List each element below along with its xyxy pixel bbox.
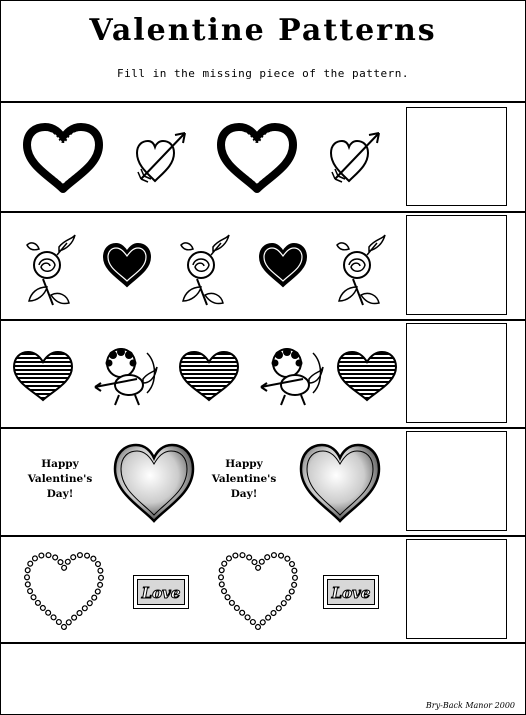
greeting-line: Valentine's (211, 473, 277, 485)
heart-outline-icon (23, 123, 103, 193)
love-tag: Love (323, 575, 379, 609)
heart-shaded-icon (299, 443, 381, 523)
happy-valentines-greeting: Happy Valentine's Day! (209, 457, 279, 502)
greeting-line: Valentine's (27, 473, 93, 485)
heart-striped-icon (336, 350, 398, 402)
love-tag-label: Love (137, 579, 185, 605)
heart-shaded-icon (113, 443, 195, 523)
pattern-row-2 (1, 213, 525, 321)
worksheet-header: Valentine Patterns Fill in the missing p… (1, 1, 525, 103)
heart-beaded-icon (23, 551, 105, 632)
worksheet-title: Valentine Patterns (89, 13, 437, 48)
greeting-line: Happy (225, 458, 263, 470)
worksheet: Valentine Patterns Fill in the missing p… (0, 0, 526, 715)
greeting-line: Day! (46, 488, 74, 500)
heart-arrow-icon (135, 132, 186, 183)
answer-box[interactable] (406, 107, 507, 206)
copyright-credit: Bry-Back Manor 2000 (425, 701, 515, 710)
heart-striped-icon (12, 350, 74, 402)
worksheet-instructions: Fill in the missing piece of the pattern… (116, 67, 410, 80)
answer-box[interactable] (406, 431, 507, 531)
greeting-line: Day! (230, 488, 258, 500)
pattern-row-5: Love Love (1, 537, 525, 644)
heart-solid-icon (102, 242, 152, 288)
heart-beaded-icon (217, 551, 299, 632)
rose-icon (336, 234, 386, 306)
love-tag-label: Love (327, 579, 375, 605)
greeting-line: Happy (41, 458, 79, 470)
answer-box[interactable] (406, 539, 507, 639)
happy-valentines-greeting: Happy Valentine's Day! (25, 457, 95, 502)
love-tag: Love (133, 575, 189, 609)
rose-icon (26, 234, 76, 306)
heart-outline-icon (217, 123, 297, 193)
pattern-row-4: Happy Valentine's Day! Happy Valentine's… (1, 429, 525, 537)
heart-striped-icon (178, 350, 240, 402)
answer-box[interactable] (406, 215, 507, 315)
heart-solid-icon (258, 242, 308, 288)
answer-box[interactable] (406, 323, 507, 423)
pattern-row-1 (1, 103, 525, 213)
cupid-icon (260, 348, 324, 406)
cupid-icon (94, 348, 158, 406)
pattern-row-3 (1, 321, 525, 429)
heart-arrow-icon (329, 132, 380, 183)
rose-icon (180, 234, 230, 306)
